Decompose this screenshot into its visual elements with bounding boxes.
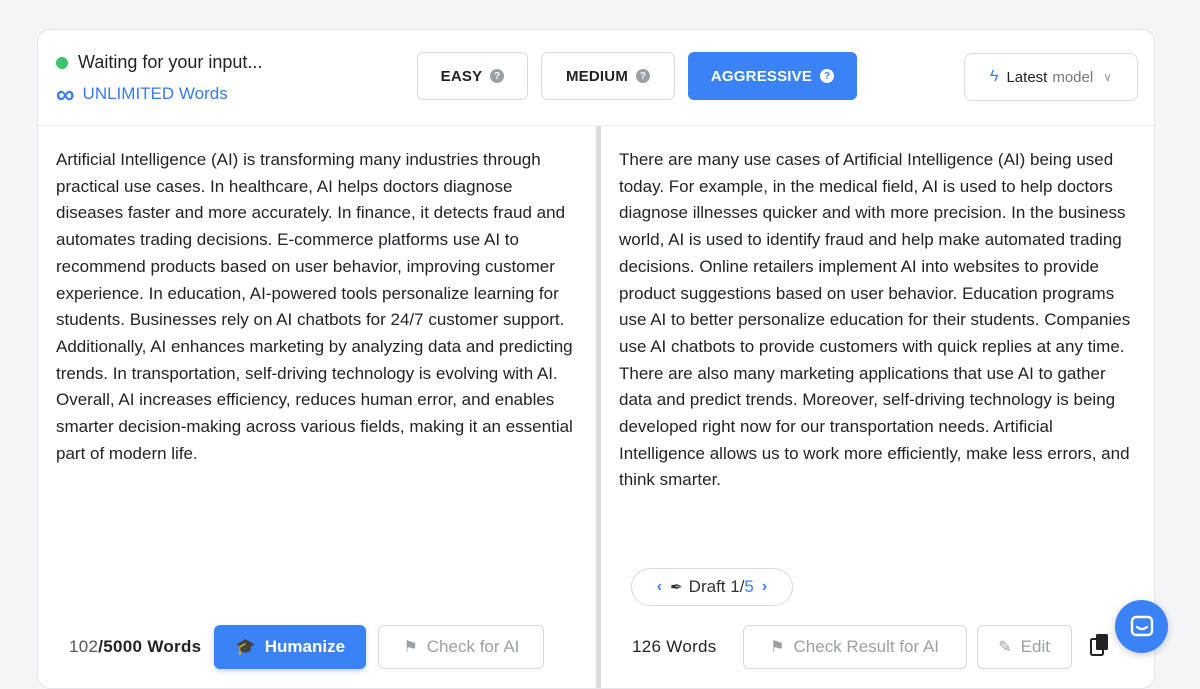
bolt-icon: ϟ <box>990 68 999 85</box>
status-indicator: Waiting for your input... <box>56 52 262 73</box>
flag-icon: ⚑ <box>403 639 418 656</box>
edit-button[interactable]: ✎ Edit <box>976 625 1072 669</box>
humanize-label: Humanize <box>264 637 346 656</box>
edit-label: Edit <box>1020 637 1050 656</box>
check-for-ai-button[interactable]: ⚑ Check for AI <box>378 625 545 669</box>
chevron-right-icon[interactable]: › <box>754 578 775 596</box>
check-result-label: Check Result for AI <box>793 637 940 656</box>
graduation-cap-icon: 🎓 <box>235 639 256 656</box>
toolbar: Waiting for your input... ∞ UNLIMITED Wo… <box>38 30 1154 126</box>
chat-support-button[interactable] <box>1115 600 1168 653</box>
mode-aggressive-label: AGGRESSIVE <box>710 67 813 85</box>
chevron-left-icon[interactable]: ‹ <box>649 578 670 596</box>
mode-easy-label: EASY <box>440 67 483 85</box>
pencil-icon: ✎ <box>998 639 1012 656</box>
chat-icon <box>1130 615 1153 636</box>
help-icon[interactable]: ? <box>490 69 505 83</box>
help-icon[interactable]: ? <box>820 69 835 83</box>
mode-easy-button[interactable]: EASY ? <box>417 52 528 100</box>
check-result-for-ai-button[interactable]: ⚑ Check Result for AI <box>742 625 967 669</box>
draft-total: 5 <box>744 577 754 596</box>
humanize-button[interactable]: 🎓 Humanize <box>214 625 367 669</box>
copy-icon[interactable] <box>1090 633 1110 657</box>
flag-icon: ⚑ <box>770 639 785 656</box>
unlimited-words-link[interactable]: ∞ UNLIMITED Words <box>56 79 228 109</box>
model-select[interactable]: ϟ Latest model ∨ <box>964 53 1138 101</box>
infinity-icon: ∞ <box>56 79 75 109</box>
quill-icon: ✒ <box>670 579 683 596</box>
status-text: Waiting for your input... <box>78 52 263 72</box>
input-word-count: 102/5000 Words <box>69 637 202 656</box>
help-icon[interactable]: ? <box>636 69 651 83</box>
check-for-ai-label: Check for AI <box>426 637 520 656</box>
output-word-count: 126 Words <box>632 637 717 656</box>
output-text: There are many use cases of Artificial I… <box>619 150 1131 490</box>
unlimited-words-label: UNLIMITED Words <box>82 84 228 103</box>
output-footer: 126 Words ⚑ Check Result for AI ✎ Edit <box>632 623 1072 671</box>
output-pane: There are many use cases of Artificial I… <box>601 126 1154 688</box>
mode-medium-button[interactable]: MEDIUM ? <box>541 52 675 100</box>
model-select-suffix: model <box>1052 68 1094 86</box>
model-select-label: Latest <box>1006 68 1048 86</box>
draft-label: Draft 1/ <box>688 577 745 596</box>
input-pane: Artificial Intelligence (AI) is transfor… <box>38 126 596 688</box>
input-footer: 102/5000 Words 🎓 Humanize ⚑ Check for AI <box>69 623 545 671</box>
draft-navigator: ‹ ✒ Draft 1/5 › <box>631 568 793 606</box>
chevron-down-icon: ∨ <box>1103 70 1112 84</box>
humanizer-card: Waiting for your input... ∞ UNLIMITED Wo… <box>37 29 1155 689</box>
input-textarea[interactable]: Artificial Intelligence (AI) is transfor… <box>56 147 581 467</box>
status-dot-icon <box>56 56 68 69</box>
mode-aggressive-button[interactable]: AGGRESSIVE ? <box>688 52 857 100</box>
mode-medium-label: MEDIUM <box>565 67 629 85</box>
